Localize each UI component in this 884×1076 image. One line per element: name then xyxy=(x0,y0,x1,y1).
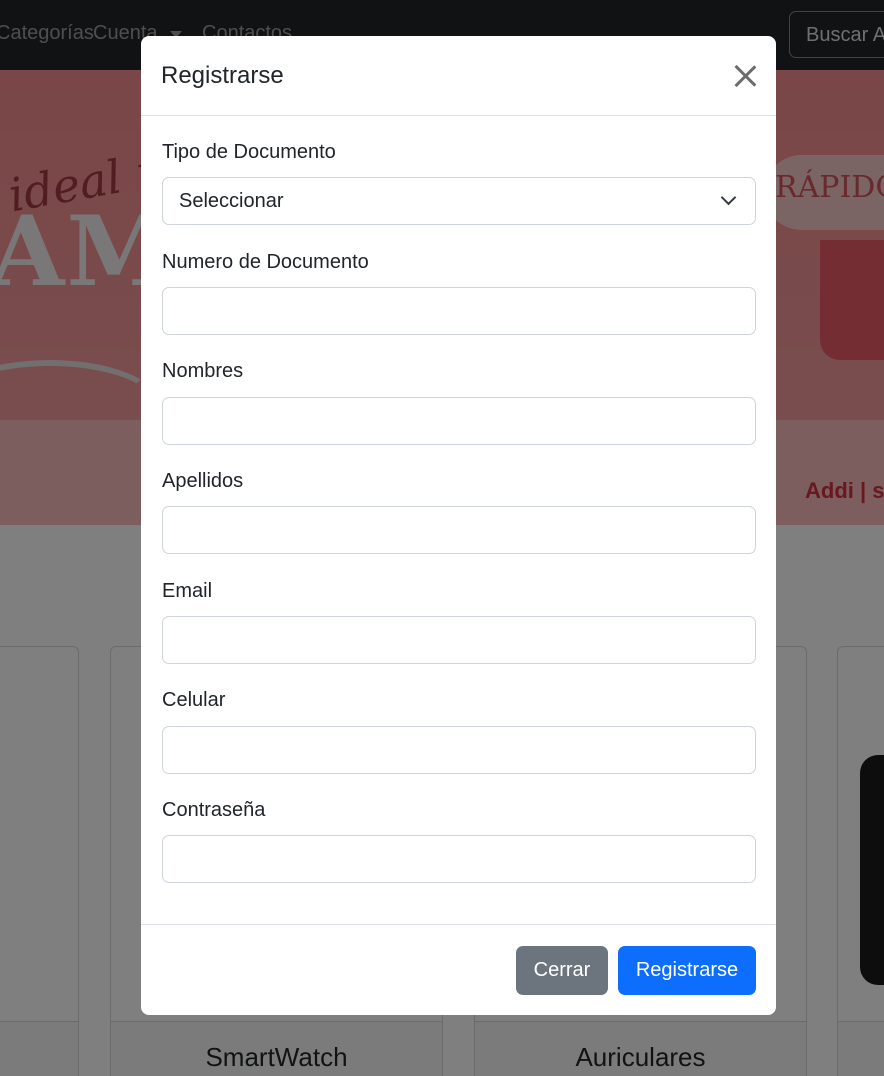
email-label: Email xyxy=(162,580,213,602)
last-names-label: Apellidos xyxy=(162,470,244,492)
first-names-label: Nombres xyxy=(162,360,244,382)
email-field[interactable] xyxy=(162,616,756,664)
document-type-select[interactable]: Seleccionar xyxy=(162,177,756,225)
password-label: Contraseña xyxy=(162,799,266,821)
document-type-label: Tipo de Documento xyxy=(162,141,336,163)
close-button[interactable]: Cerrar xyxy=(516,946,608,995)
last-names-field[interactable] xyxy=(162,506,756,554)
register-modal: Registrarse Tipo de Documento Selecciona… xyxy=(141,36,776,1015)
first-names-field[interactable] xyxy=(162,397,756,445)
register-button[interactable]: Registrarse xyxy=(618,946,756,995)
phone-field[interactable] xyxy=(162,726,756,774)
modal-footer: Cerrar Registrarse xyxy=(141,924,776,1015)
password-field[interactable] xyxy=(162,835,756,883)
modal-title: Registrarse xyxy=(161,62,284,89)
document-number-field[interactable] xyxy=(162,287,756,335)
document-type-selected: Seleccionar xyxy=(179,190,284,212)
close-icon[interactable] xyxy=(731,62,759,90)
chevron-down-icon xyxy=(720,189,737,206)
modal-header: Registrarse xyxy=(141,36,776,116)
document-number-label: Numero de Documento xyxy=(162,251,369,273)
phone-label: Celular xyxy=(162,689,226,711)
